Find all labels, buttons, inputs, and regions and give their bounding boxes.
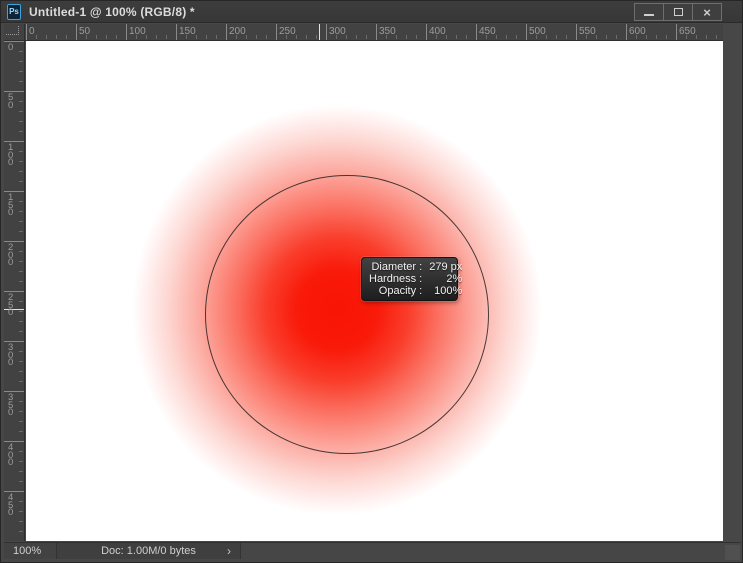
- ruler-label: 300: [8, 342, 14, 368]
- hud-diameter-label: Diameter :: [371, 261, 423, 273]
- window-resize-grip[interactable]: [725, 545, 740, 560]
- minimize-icon: [644, 14, 654, 16]
- zoom-level-value: 100%: [13, 545, 42, 557]
- cursor-position-marker-x: [319, 24, 320, 40]
- ruler-label: 400: [8, 442, 14, 468]
- ruler-horizontal[interactable]: 0 50 100 150 200 250 300 350 400 450 500 550 600 650: [25, 24, 723, 41]
- status-bar: 100% Doc: 1.00M/0 bytes ›: [4, 542, 741, 559]
- maximize-button[interactable]: [663, 3, 693, 21]
- ruler-label: 0: [8, 42, 14, 53]
- maximize-icon: [673, 8, 683, 16]
- zoom-level-field[interactable]: 100%: [4, 543, 56, 559]
- doc-info-box[interactable]: Doc: 1.00M/0 bytes ›: [56, 543, 241, 559]
- ruler-label: 200: [229, 26, 246, 37]
- ruler-label: 600: [629, 26, 646, 37]
- ruler-origin[interactable]: [4, 24, 25, 41]
- hud-diameter-value: 279 px: [429, 261, 463, 273]
- title-bar: Ps Untitled-1 @ 100% (RGB/8) * ×: [1, 1, 742, 23]
- ruler-vertical[interactable]: 0 50 100 150 200 250 300 350 400 450: [4, 41, 25, 541]
- hud-hardness-label: Hardness :: [369, 273, 423, 285]
- ruler-label: 250: [279, 26, 296, 37]
- ruler-label: 0: [29, 26, 35, 37]
- ruler-label: 650: [679, 26, 696, 37]
- hud-opacity-value: 100%: [434, 285, 463, 297]
- ruler-label: 350: [379, 26, 396, 37]
- ruler-label: 400: [429, 26, 446, 37]
- photoshop-document-window: Ps Untitled-1 @ 100% (RGB/8) * × 0 50 100 1…: [0, 0, 743, 563]
- ruler-origin-icon: [6, 26, 19, 35]
- ruler-label: 450: [8, 492, 14, 518]
- canvas[interactable]: Diameter : 279 px Hardness : 2% Opacity …: [26, 41, 723, 541]
- window-controls: ×: [634, 3, 722, 21]
- ruler-label: 50: [8, 92, 14, 111]
- ruler-label: 550: [579, 26, 596, 37]
- photoshop-app-icon[interactable]: Ps: [7, 3, 21, 20]
- ruler-label: 100: [129, 26, 146, 37]
- ruler-label: 200: [8, 242, 14, 268]
- doc-info-text: Doc: 1.00M/0 bytes: [101, 545, 196, 557]
- doc-info-menu-chevron-icon[interactable]: ›: [227, 544, 231, 558]
- close-icon: ×: [703, 4, 711, 20]
- hud-hardness-value: 2%: [446, 273, 463, 285]
- minimize-button[interactable]: [634, 3, 664, 21]
- brush-hud-tooltip: Diameter : 279 px Hardness : 2% Opacity …: [361, 257, 462, 301]
- ruler-label: 500: [529, 26, 546, 37]
- ruler-label: 150: [179, 26, 196, 37]
- ruler-label: 50: [79, 26, 91, 37]
- ruler-label: 250: [8, 292, 14, 318]
- ruler-label: 300: [329, 26, 346, 37]
- cursor-position-marker-y: [4, 309, 24, 310]
- ruler-label: 350: [8, 392, 14, 418]
- ruler-label: 100: [8, 142, 14, 168]
- close-button[interactable]: ×: [692, 3, 722, 21]
- window-title: Untitled-1 @ 100% (RGB/8) *: [29, 4, 195, 19]
- ruler-label: 450: [479, 26, 496, 37]
- brush-cursor-outline: [205, 175, 489, 454]
- ruler-label: 150: [8, 192, 14, 218]
- hud-opacity-label: Opacity :: [378, 285, 423, 297]
